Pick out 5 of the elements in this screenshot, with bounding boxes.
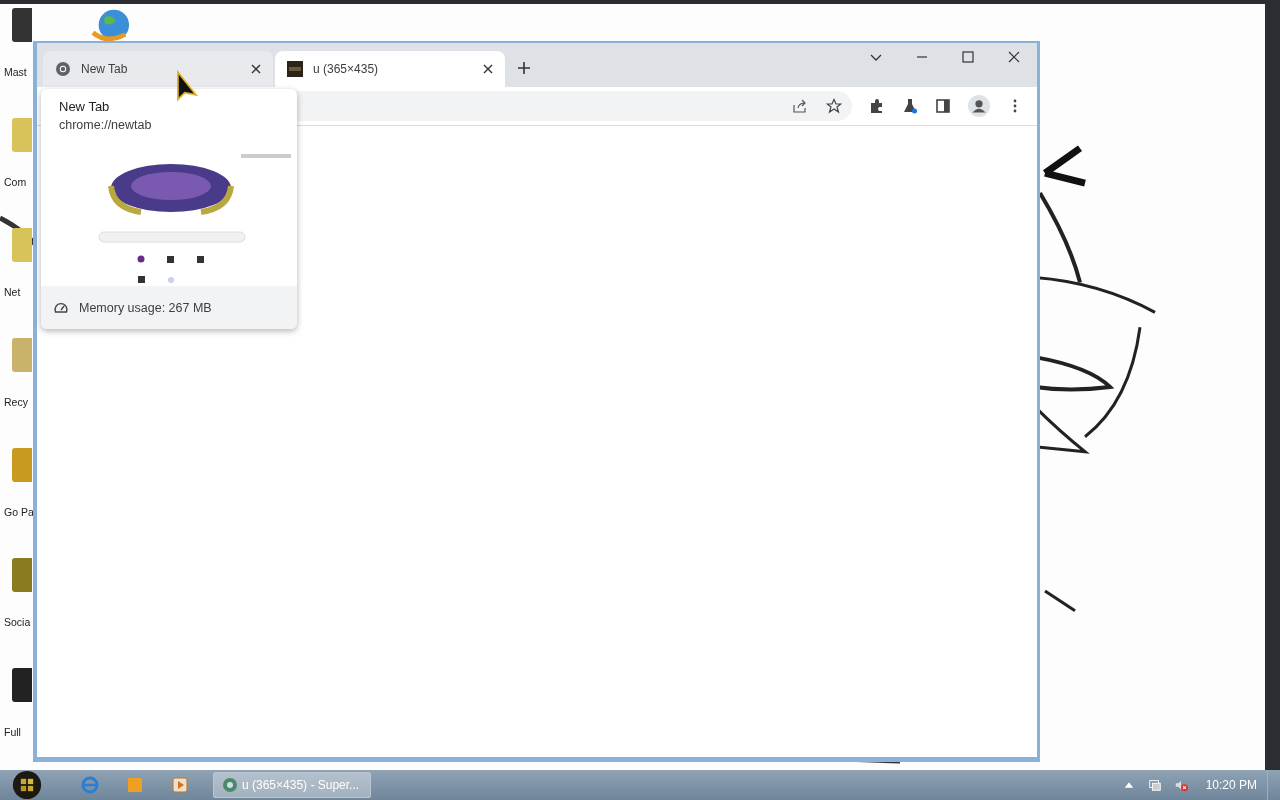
media-player-icon[interactable]	[170, 775, 190, 795]
chrome-icon	[222, 777, 238, 793]
start-icon[interactable]	[10, 770, 44, 800]
network-icon[interactable]	[1147, 778, 1162, 792]
speaker-muted-icon[interactable]	[1173, 778, 1188, 792]
